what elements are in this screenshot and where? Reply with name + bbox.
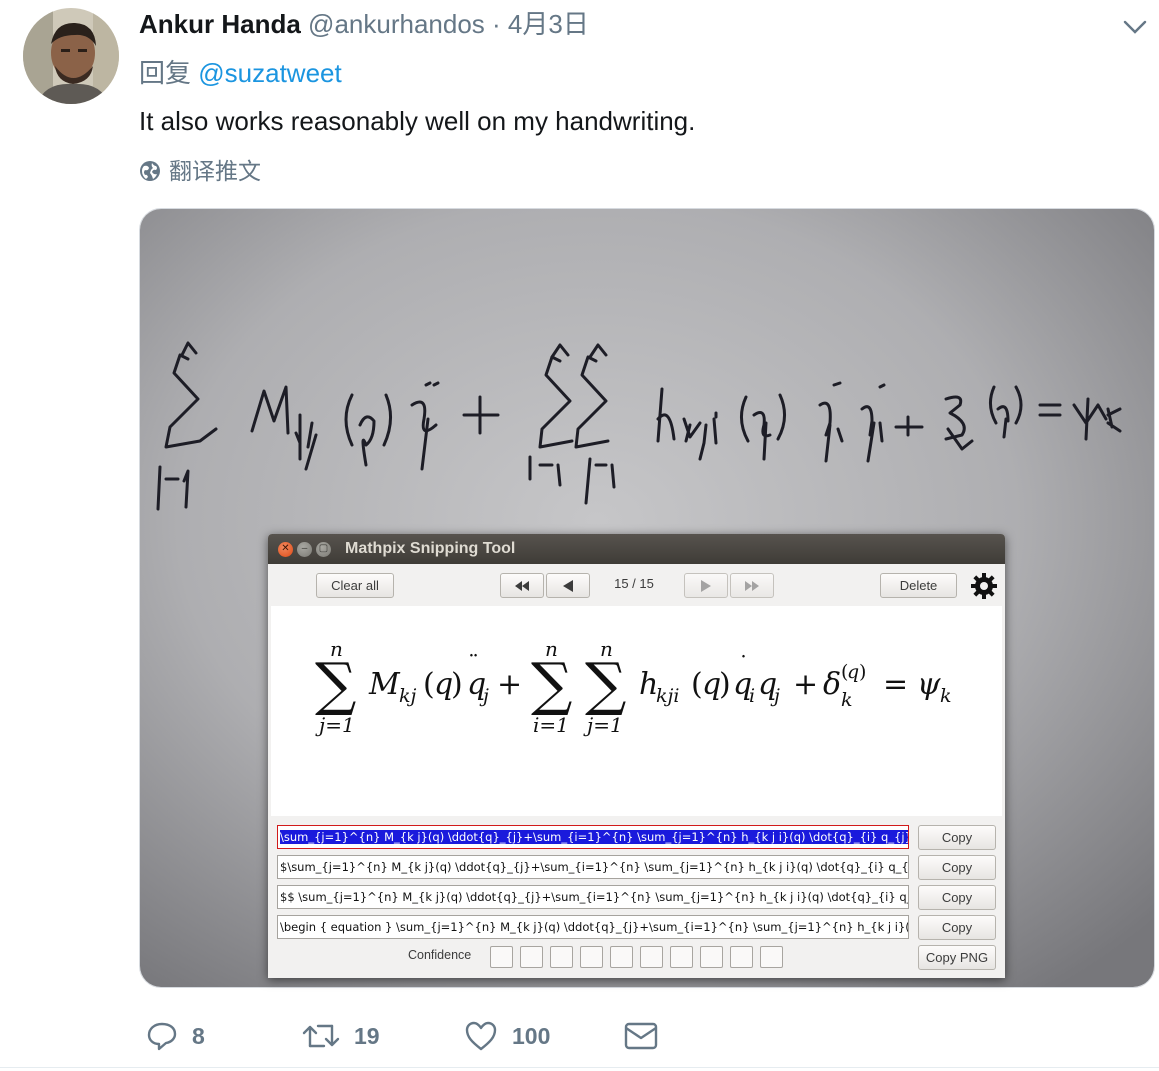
fast-forward-icon [745, 580, 759, 591]
translate-label: 翻译推文 [169, 158, 261, 184]
svg-text:+: + [497, 667, 522, 702]
close-window-icon[interactable]: ✕ [278, 541, 293, 557]
minimize-window-icon[interactable]: – [297, 541, 312, 557]
window-titlebar[interactable]: ✕ – ▢ Mathpix Snipping Tool [268, 534, 1005, 564]
globe-icon [140, 161, 160, 181]
svg-text:(: ( [691, 667, 703, 702]
svg-text:δ: δ [823, 667, 841, 702]
confidence-box [550, 946, 573, 968]
mathpix-window: ✕ – ▢ Mathpix Snipping Tool Clear all 15… [268, 534, 1005, 978]
tweet-header: Ankur Handa @ankurhandos · 4月3日 [139, 8, 589, 40]
reply-context: 回复 @suzatweet [139, 56, 342, 90]
separator-dot: · [492, 9, 501, 39]
svg-text:): ) [451, 667, 463, 702]
result-counter: 15 / 15 [614, 576, 654, 591]
confidence-box [610, 946, 633, 968]
confidence-box [640, 946, 663, 968]
confidence-box [730, 946, 753, 968]
delete-button[interactable]: Delete [880, 573, 957, 598]
latex-result-text: \begin { equation } \sum_{j=1}^{n} M_{k … [280, 920, 908, 934]
svg-text:i: i [749, 685, 755, 707]
next-result-button[interactable] [684, 573, 728, 598]
latex-result-field-2[interactable]: $\sum_{j=1}^{n} M_{k j}(q) \ddot{q}_{j}+… [277, 855, 909, 879]
direct-message-button[interactable] [624, 1012, 658, 1060]
arrow-left-icon [563, 579, 573, 592]
avatar[interactable] [23, 8, 119, 104]
retweet-button[interactable]: 19 [302, 1012, 380, 1060]
dm-icon [624, 1022, 658, 1050]
latex-result-text: \sum_{j=1}^{n} M_{k j}(q) \ddot{q}_{j}+\… [280, 830, 908, 844]
like-icon [465, 1021, 497, 1051]
copy-button-2[interactable]: Copy [918, 855, 996, 880]
chevron-down-icon[interactable] [1122, 14, 1148, 40]
latex-result-text: $$ \sum_{j=1}^{n} M_{k j}(q) \ddot{q}_{j… [280, 890, 908, 904]
window-title: Mathpix Snipping Tool [345, 540, 516, 557]
translate-tweet-link[interactable]: 翻译推文 [139, 156, 261, 186]
copy-button-1[interactable]: Copy [918, 825, 996, 850]
like-count: 100 [512, 1022, 551, 1049]
last-result-button[interactable] [730, 573, 774, 598]
confidence-box [700, 946, 723, 968]
svg-text:n: n [600, 637, 613, 661]
reply-button[interactable]: 8 [146, 1012, 205, 1060]
divider [0, 1067, 1159, 1068]
svg-text:=: = [883, 667, 908, 702]
tweet-text: It also works reasonably well on my hand… [139, 106, 696, 136]
svg-text:k: k [841, 689, 853, 711]
equation-preview: ∑ ∑ ∑ n j=1 n i=1 n j=1 M kj ( q ) q ¨ j… [271, 606, 1002, 816]
svg-text:j=1: j=1 [315, 713, 355, 737]
retweet-icon [302, 1024, 340, 1048]
svg-text:kj: kj [399, 685, 417, 707]
svg-text:j=1: j=1 [583, 713, 623, 737]
maximize-window-icon[interactable]: ▢ [316, 541, 331, 557]
rewind-icon [515, 580, 529, 591]
reply-count: 8 [192, 1022, 205, 1049]
svg-text:(: ( [423, 667, 435, 702]
svg-text:ψ: ψ [917, 667, 941, 702]
confidence-box [760, 946, 783, 968]
latex-result-field-4[interactable]: \begin { equation } \sum_{j=1}^{n} M_{k … [277, 915, 909, 939]
svg-text:kji: kji [656, 685, 679, 707]
previous-result-button[interactable] [546, 573, 590, 598]
confidence-box [490, 946, 513, 968]
confidence-box [580, 946, 603, 968]
retweet-count: 19 [354, 1022, 380, 1049]
svg-text:˙: ˙ [738, 653, 749, 678]
svg-text:i=1: i=1 [533, 713, 569, 737]
author-handle[interactable]: @ankurhandos [308, 9, 485, 39]
like-button[interactable]: 100 [464, 1012, 550, 1060]
arrow-right-icon [701, 579, 711, 592]
reply-icon [147, 1022, 177, 1051]
svg-text:M: M [368, 667, 401, 702]
clear-all-button[interactable]: Clear all [316, 573, 394, 598]
author-name[interactable]: Ankur Handa [139, 9, 301, 39]
reply-mention-link[interactable]: @suzatweet [198, 58, 341, 88]
tweet-date[interactable]: 4月3日 [508, 9, 589, 39]
svg-text:n: n [545, 637, 558, 661]
latex-result-field-1[interactable]: \sum_{j=1}^{n} M_{k j}(q) \ddot{q}_{j}+\… [277, 825, 909, 849]
svg-text:): ) [719, 667, 731, 702]
svg-text:¨: ¨ [468, 652, 479, 677]
copy-button-4[interactable]: Copy [918, 915, 996, 940]
copy-png-button[interactable]: Copy PNG [918, 945, 996, 970]
svg-text:q: q [847, 661, 859, 683]
confidence-box [520, 946, 543, 968]
confidence-box [670, 946, 693, 968]
svg-text:k: k [940, 685, 952, 707]
reply-prefix: 回复 [139, 58, 192, 88]
svg-text:+: + [793, 667, 818, 702]
latex-result-text: $\sum_{j=1}^{n} M_{k j}(q) \ddot{q}_{j}+… [280, 860, 909, 874]
first-result-button[interactable] [500, 573, 544, 598]
latex-result-field-3[interactable]: $$ \sum_{j=1}^{n} M_{k j}(q) \ddot{q}_{j… [277, 885, 909, 909]
svg-text:n: n [330, 637, 343, 661]
svg-text:): ) [859, 661, 866, 683]
copy-button-3[interactable]: Copy [918, 885, 996, 910]
gear-icon[interactable] [970, 572, 998, 600]
confidence-label: Confidence [408, 948, 472, 962]
tweet-actions: 8 19 100 [0, 1012, 1159, 1062]
